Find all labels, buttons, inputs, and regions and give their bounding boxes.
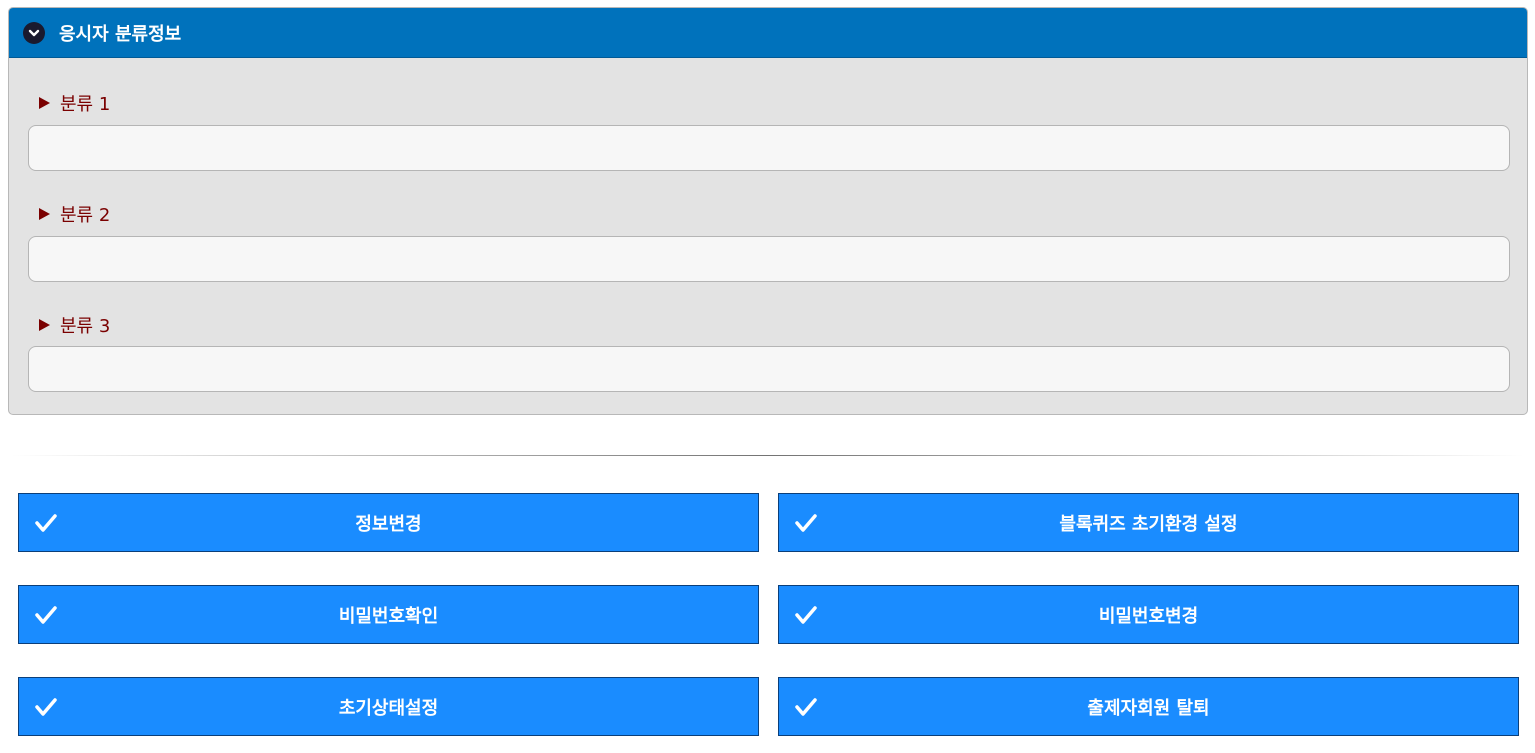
category-3-label: 분류 3: [60, 316, 111, 337]
reset-state-label: 초기상태설정: [338, 697, 439, 719]
blockquiz-settings-label: 블록퀴즈 초기환경 설정: [1059, 513, 1238, 535]
reset-state-button[interactable]: 초기상태설정: [18, 677, 759, 736]
category-1-label: 분류 1: [60, 94, 111, 115]
category-2-label: 분류 2: [60, 205, 111, 226]
withdraw-member-button[interactable]: 출제자회원 탈퇴: [778, 677, 1519, 736]
password-confirm-button[interactable]: 비밀번호확인: [18, 585, 759, 644]
checkmark-icon: [795, 605, 817, 624]
field-label-category-2: 분류 2: [39, 201, 110, 227]
checkmark-icon: [795, 513, 817, 532]
category-2-input[interactable]: [28, 236, 1510, 282]
withdraw-member-label: 출제자회원 탈퇴: [1087, 697, 1210, 719]
info-change-button[interactable]: 정보변경: [18, 493, 759, 552]
category-1-input[interactable]: [28, 125, 1510, 171]
password-confirm-label: 비밀번호확인: [338, 605, 439, 627]
triangle-right-icon: [39, 319, 50, 331]
category-3-input[interactable]: [28, 346, 1510, 392]
triangle-right-icon: [39, 97, 50, 109]
applicant-classification-panel: 응시자 분류정보 분류 1 분류 2 분류 3: [8, 7, 1528, 415]
password-change-label: 비밀번호변경: [1098, 605, 1199, 627]
panel-header[interactable]: 응시자 분류정보: [9, 8, 1527, 58]
field-label-category-3: 분류 3: [39, 312, 110, 338]
checkmark-icon: [35, 697, 57, 716]
section-divider: [10, 455, 1525, 456]
checkmark-icon: [795, 697, 817, 716]
panel-title: 응시자 분류정보: [59, 23, 182, 45]
info-change-label: 정보변경: [355, 513, 422, 535]
blockquiz-settings-button[interactable]: 블록퀴즈 초기환경 설정: [778, 493, 1519, 552]
triangle-right-icon: [39, 208, 50, 220]
checkmark-icon: [35, 513, 57, 532]
checkmark-icon: [35, 605, 57, 624]
password-change-button[interactable]: 비밀번호변경: [778, 585, 1519, 644]
field-label-category-1: 분류 1: [39, 90, 110, 116]
chevron-down-icon[interactable]: [23, 21, 45, 44]
